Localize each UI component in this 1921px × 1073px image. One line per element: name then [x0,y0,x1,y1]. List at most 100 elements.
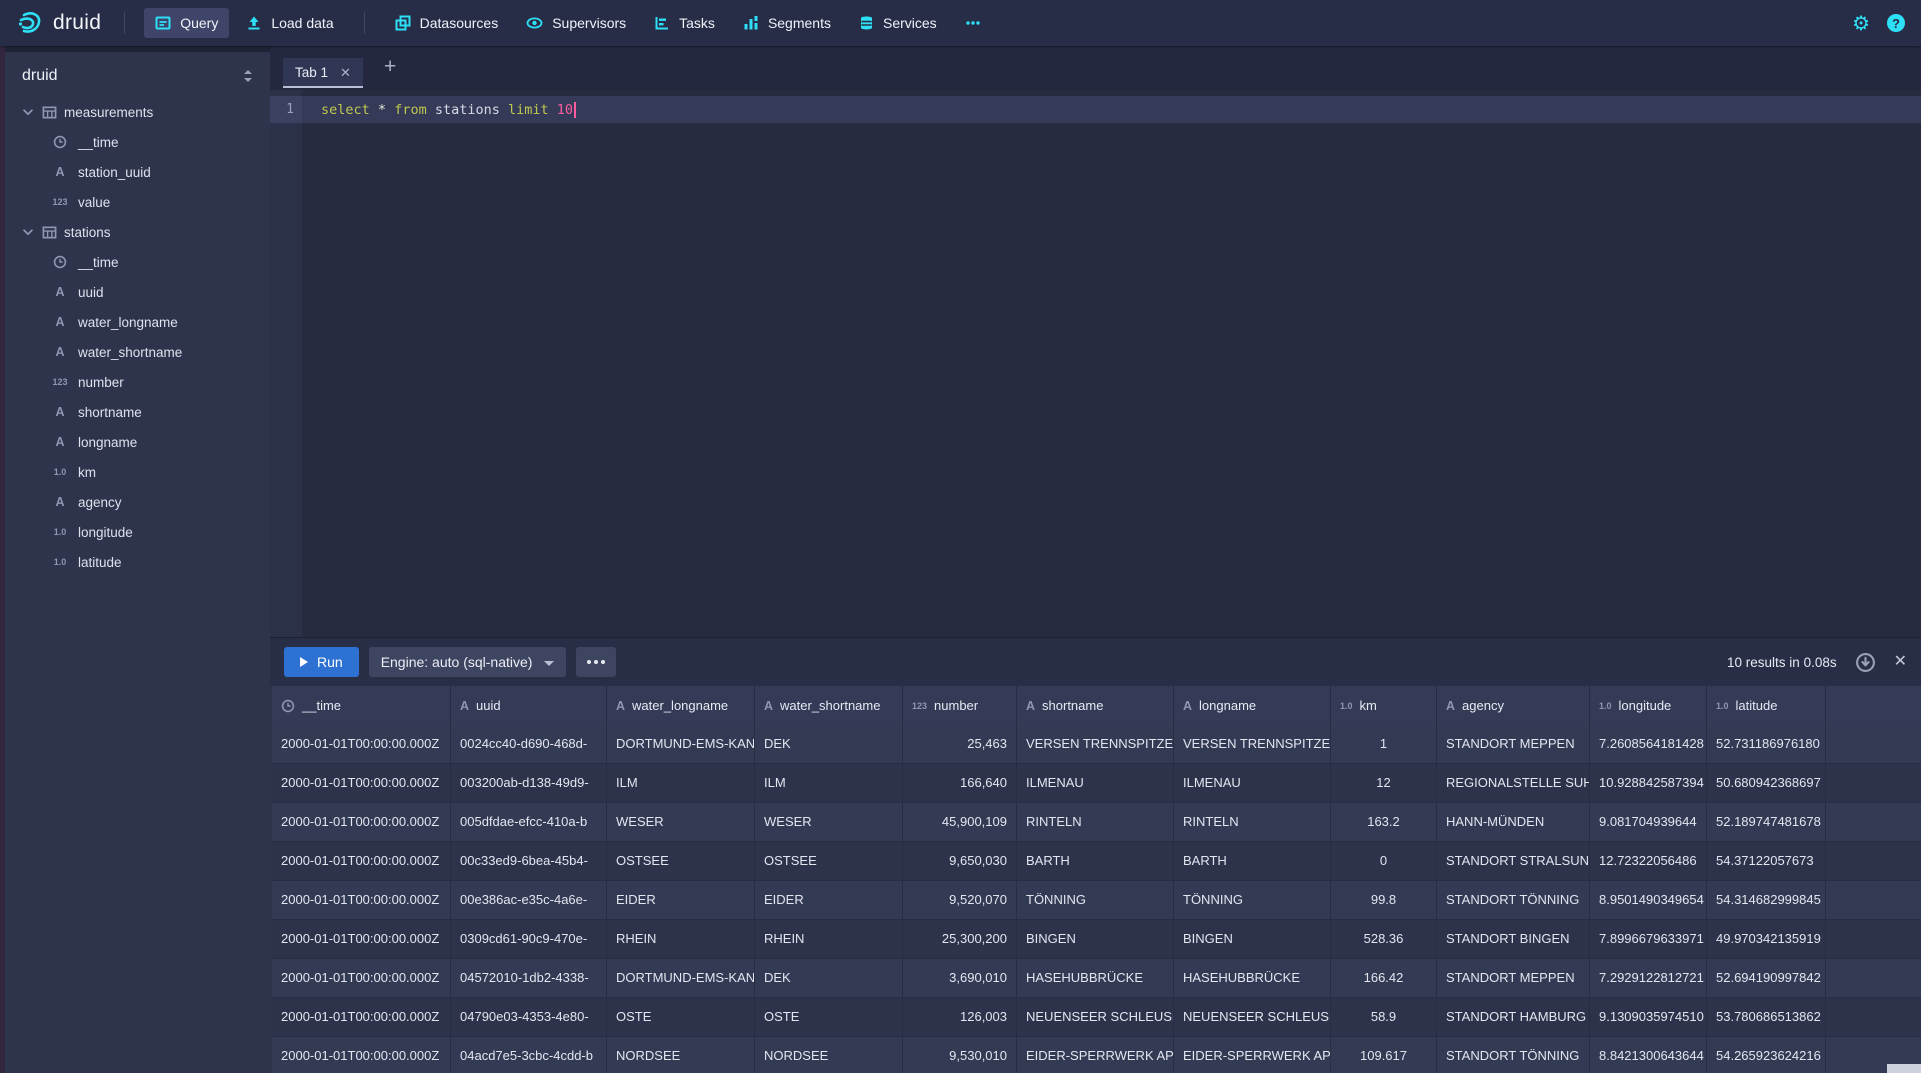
cell-shortname[interactable]: HASEHUBBRÜCKE [1017,959,1174,997]
cell-__time[interactable]: 2000-01-01T00:00:00.000Z [272,803,451,841]
tree-column-km[interactable]: 1.0km [5,457,270,487]
cell-uuid[interactable]: 005dfdae-efcc-410a-b [451,803,607,841]
cell-water_shortname[interactable]: EIDER [755,881,903,919]
cell-water_longname[interactable]: RHEIN [607,920,755,958]
nav-item-more[interactable] [954,8,992,38]
tree-column-__time[interactable]: __time [5,247,270,277]
cell-number[interactable]: 9,530,010 [903,1037,1017,1073]
cell-longitude[interactable]: 10.928842587394 [1590,764,1707,802]
tree-column-station_uuid[interactable]: Astation_uuid [5,157,270,187]
cell-shortname[interactable]: NEUENSEER SCHLEUSE [1017,998,1174,1036]
cell-longitude[interactable]: 9.081704939644 [1590,803,1707,841]
cell-water_longname[interactable]: WESER [607,803,755,841]
tree-table-stations[interactable]: stations [5,217,270,247]
nav-item-supervisors[interactable]: Supervisors [515,8,637,38]
cell-number[interactable]: 126,003 [903,998,1017,1036]
tab-close-icon[interactable]: ✕ [340,66,351,79]
cell-km[interactable]: 109.617 [1331,1037,1437,1073]
cell-agency[interactable]: STANDORT BINGEN [1437,920,1590,958]
close-results-icon[interactable]: ✕ [1894,654,1907,670]
column-header-agency[interactable]: Aagency [1437,686,1590,725]
cell-latitude[interactable]: 52.731186976180 [1707,725,1826,763]
cell-water_shortname[interactable]: WESER [755,803,903,841]
cell-longitude[interactable]: 12.72322056486 [1590,842,1707,880]
cell-shortname[interactable]: VERSEN TRENNSPITZE [1017,725,1174,763]
column-header-water_shortname[interactable]: Awater_shortname [755,686,903,725]
cell-longname[interactable]: BARTH [1174,842,1331,880]
cell-shortname[interactable]: ILMENAU [1017,764,1174,802]
cell-number[interactable]: 9,520,070 [903,881,1017,919]
cell-shortname[interactable]: BARTH [1017,842,1174,880]
cell-longname[interactable]: NEUENSEER SCHLEUSE [1174,998,1331,1036]
cell-water_shortname[interactable]: DEK [755,959,903,997]
scrollbar-corner[interactable] [1887,1064,1921,1073]
tree-column-longname[interactable]: Alongname [5,427,270,457]
cell-uuid[interactable]: 0024cc40-d690-468d- [451,725,607,763]
cell-water_longname[interactable]: OSTSEE [607,842,755,880]
cell-shortname[interactable]: BINGEN [1017,920,1174,958]
tree-column-value[interactable]: 123value [5,187,270,217]
cell-km[interactable]: 1 [1331,725,1437,763]
nav-item-datasources[interactable]: Datasources [384,8,510,38]
nav-item-services[interactable]: Services [848,8,948,38]
nav-item-tasks[interactable]: Tasks [643,8,726,38]
new-tab-icon[interactable]: + [384,55,396,79]
druid-logo[interactable]: druid [16,9,101,37]
cell-water_shortname[interactable]: OSTE [755,998,903,1036]
column-header-__time[interactable]: __time [272,686,451,725]
cell-km[interactable]: 58.9 [1331,998,1437,1036]
column-header-number[interactable]: 123number [903,686,1017,725]
tree-column-uuid[interactable]: Auuid [5,277,270,307]
cell-latitude[interactable]: 49.970342135919 [1707,920,1826,958]
cell-number[interactable]: 3,690,010 [903,959,1017,997]
tree-column-water_longname[interactable]: Awater_longname [5,307,270,337]
tab-1[interactable]: Tab 1 ✕ [283,58,363,88]
column-header-km[interactable]: 1.0km [1331,686,1437,725]
cell-km[interactable]: 12 [1331,764,1437,802]
cell-water_longname[interactable]: DORTMUND-EMS-KANAL [607,959,755,997]
cell-number[interactable]: 25,463 [903,725,1017,763]
cell-water_shortname[interactable]: RHEIN [755,920,903,958]
run-button[interactable]: Run [284,647,359,677]
tree-column-longitude[interactable]: 1.0longitude [5,517,270,547]
cell-__time[interactable]: 2000-01-01T00:00:00.000Z [272,1037,451,1073]
cell-longname[interactable]: HASEHUBBRÜCKE [1174,959,1331,997]
cell-water_shortname[interactable]: NORDSEE [755,1037,903,1073]
cell-agency[interactable]: HANN-MÜNDEN [1437,803,1590,841]
column-header-longitude[interactable]: 1.0longitude [1590,686,1707,725]
sql-editor[interactable]: 1 select * from stations limit 10 [270,90,1921,637]
cell-latitude[interactable]: 54.314682999845 [1707,881,1826,919]
cell-agency[interactable]: STANDORT MEPPEN [1437,725,1590,763]
tree-column-agency[interactable]: Aagency [5,487,270,517]
cell-number[interactable]: 9,650,030 [903,842,1017,880]
cell-longname[interactable]: EIDER-SPERRWERK AP [1174,1037,1331,1073]
cell-water_shortname[interactable]: ILM [755,764,903,802]
double-caret-sort-icon[interactable] [242,69,254,83]
cell-water_shortname[interactable]: DEK [755,725,903,763]
cell-number[interactable]: 45,900,109 [903,803,1017,841]
cell-latitude[interactable]: 54.265923624216 [1707,1037,1826,1073]
cell-shortname[interactable]: EIDER-SPERRWERK AP [1017,1037,1174,1073]
cell-agency[interactable]: STANDORT HAMBURG [1437,998,1590,1036]
cell-latitude[interactable]: 52.189747481678 [1707,803,1826,841]
cell-__time[interactable]: 2000-01-01T00:00:00.000Z [272,725,451,763]
cell-agency[interactable]: STANDORT STRALSUND [1437,842,1590,880]
cell-longitude[interactable]: 8.9501490349654 [1590,881,1707,919]
cell-__time[interactable]: 2000-01-01T00:00:00.000Z [272,764,451,802]
cell-longitude[interactable]: 7.2929122812721 [1590,959,1707,997]
cell-__time[interactable]: 2000-01-01T00:00:00.000Z [272,842,451,880]
cell-water_longname[interactable]: ILM [607,764,755,802]
nav-item-segments[interactable]: Segments [732,8,842,38]
tree-column-__time[interactable]: __time [5,127,270,157]
cell-latitude[interactable]: 53.780686513862 [1707,998,1826,1036]
cell-agency[interactable]: STANDORT TÖNNING [1437,1037,1590,1073]
cell-water_longname[interactable]: OSTE [607,998,755,1036]
cell-longname[interactable]: RINTELN [1174,803,1331,841]
cell-longname[interactable]: ILMENAU [1174,764,1331,802]
cell-water_longname[interactable]: EIDER [607,881,755,919]
cell-__time[interactable]: 2000-01-01T00:00:00.000Z [272,920,451,958]
cell-shortname[interactable]: RINTELN [1017,803,1174,841]
cell-number[interactable]: 166,640 [903,764,1017,802]
query-more-button[interactable] [576,647,616,677]
cell-km[interactable]: 99.8 [1331,881,1437,919]
